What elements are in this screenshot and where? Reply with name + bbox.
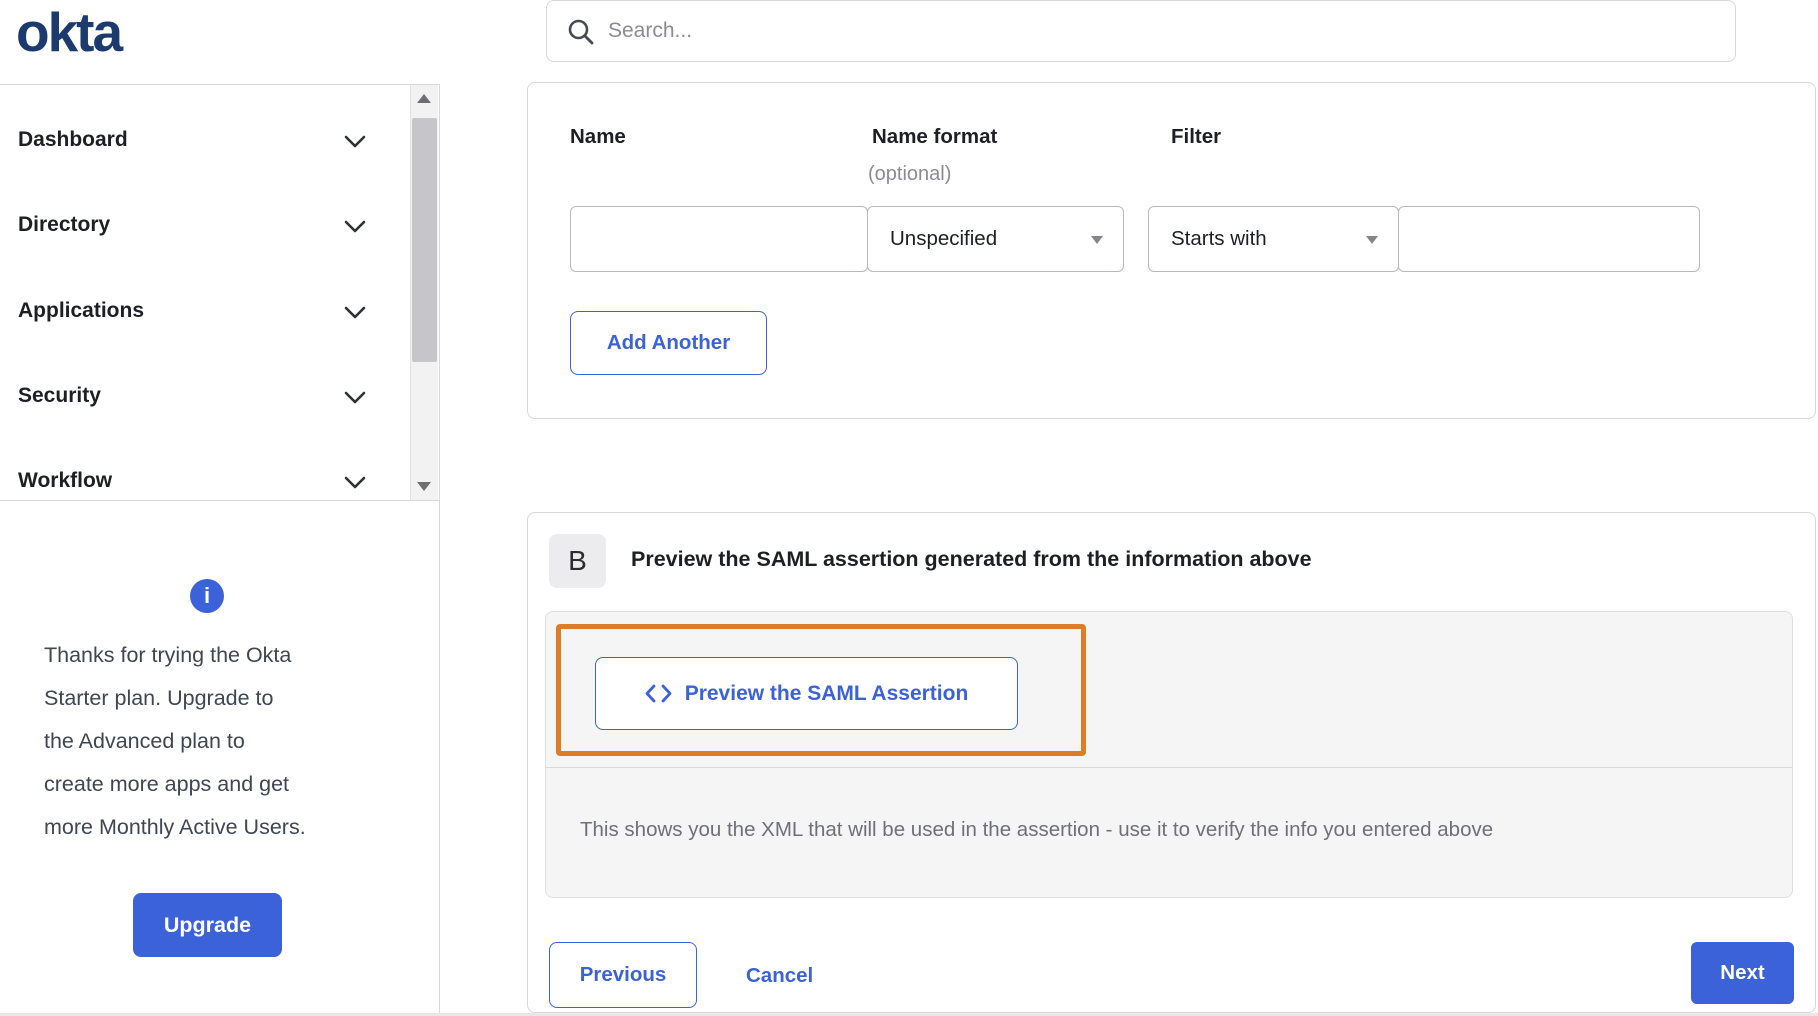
next-button[interactable]: Next	[1691, 942, 1794, 1004]
scrollbar-thumb[interactable]	[412, 118, 437, 362]
saml-preview-card: B Preview the SAML assertion generated f…	[527, 512, 1816, 1013]
sidebar-item-dashboard[interactable]: Dashboard	[0, 113, 406, 167]
name-format-value: Unspecified	[890, 227, 997, 251]
sidebar-item-label: Dashboard	[18, 128, 128, 152]
dropdown-caret-icon	[1366, 236, 1378, 244]
step-b-badge: B	[549, 534, 606, 588]
name-format-column-label: Name format	[872, 125, 997, 149]
optional-hint: (optional)	[868, 163, 951, 186]
sidebar-item-label: Workflow	[18, 469, 112, 493]
upsell-line: more Monthly Active Users.	[44, 806, 384, 849]
chevron-down-icon	[344, 135, 366, 148]
filter-operator-value: Starts with	[1171, 227, 1267, 251]
section-heading: Preview the SAML assertion generated fro…	[631, 547, 1312, 572]
sidebar-item-directory[interactable]: Directory	[0, 198, 406, 252]
upsell-line: Starter plan. Upgrade to	[44, 677, 384, 720]
sidebar-item-label: Directory	[18, 213, 110, 237]
upsell-line: create more apps and get	[44, 763, 384, 806]
preview-button-label: Preview the SAML Assertion	[685, 682, 969, 706]
sidebar-item-applications[interactable]: Applications	[0, 284, 406, 338]
sidebar-item-security[interactable]: Security	[0, 369, 406, 423]
sidebar-item-workflow[interactable]: Workflow	[0, 454, 406, 508]
scroll-up-button[interactable]	[411, 87, 438, 111]
chevron-down-icon	[344, 306, 366, 319]
arrow-down-icon	[417, 482, 431, 491]
preview-description: This shows you the XML that will be used…	[580, 818, 1493, 842]
name-format-select[interactable]: Unspecified	[867, 206, 1124, 272]
dropdown-caret-icon	[1091, 236, 1103, 244]
filter-value-input[interactable]	[1398, 206, 1700, 272]
arrow-up-icon	[417, 94, 431, 103]
chevron-down-icon	[344, 476, 366, 489]
sidebar-item-label: Security	[18, 384, 101, 408]
chevron-down-icon	[344, 391, 366, 404]
attribute-statements-card: Name Name format (optional) Filter Unspe…	[527, 82, 1816, 419]
attribute-name-input[interactable]	[570, 206, 868, 272]
upsell-line: the Advanced plan to	[44, 720, 384, 763]
global-search[interactable]	[546, 0, 1736, 62]
previous-button[interactable]: Previous	[549, 942, 697, 1008]
name-column-label: Name	[570, 125, 626, 149]
search-input[interactable]	[608, 19, 1688, 43]
search-icon	[567, 18, 594, 45]
chevron-down-icon	[344, 220, 366, 233]
sidebar-nav: Dashboard Directory Applications Securit…	[0, 84, 439, 501]
okta-logo: okta	[16, 0, 121, 64]
filter-operator-select[interactable]: Starts with	[1148, 206, 1399, 272]
preview-panel: Preview the SAML Assertion This shows yo…	[545, 611, 1793, 898]
sidebar-scrollbar[interactable]	[410, 85, 438, 500]
upsell-line: Thanks for trying the Okta	[44, 634, 384, 677]
panel-divider	[546, 767, 1792, 768]
sidebar-border	[439, 84, 440, 1016]
upgrade-button[interactable]: Upgrade	[133, 893, 282, 957]
upsell-message: Thanks for trying the Okta Starter plan.…	[44, 634, 384, 849]
info-icon: i	[190, 579, 224, 613]
sidebar-item-label: Applications	[18, 299, 144, 323]
cancel-link[interactable]: Cancel	[746, 961, 813, 991]
scroll-down-button[interactable]	[411, 474, 438, 498]
filter-column-label: Filter	[1171, 125, 1221, 149]
code-icon	[645, 684, 672, 703]
preview-saml-assertion-button[interactable]: Preview the SAML Assertion	[595, 657, 1018, 730]
add-another-button[interactable]: Add Another	[570, 311, 767, 375]
